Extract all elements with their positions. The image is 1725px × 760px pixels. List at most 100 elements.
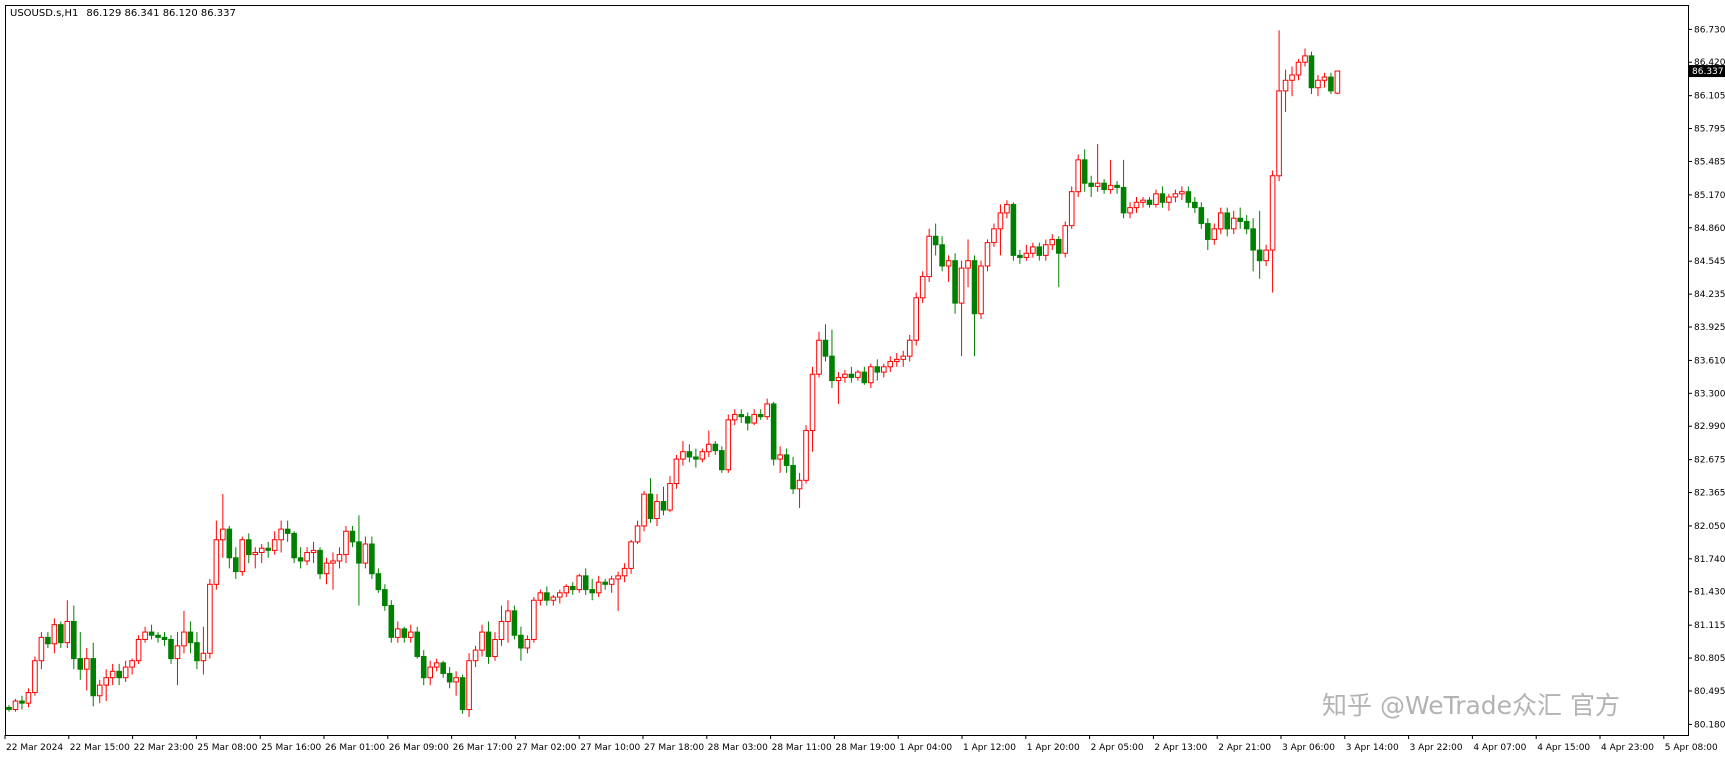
y-tick-label: 84.545 (1694, 257, 1725, 267)
x-tick-label: 2 Apr 21:00 (1218, 743, 1271, 753)
candle-body (245, 539, 252, 556)
candle (25, 688, 32, 708)
candle-body (239, 539, 246, 573)
candle-body (615, 575, 621, 580)
candle-body (1250, 228, 1256, 251)
candle-body (1159, 193, 1166, 203)
plot-frame (5, 5, 1689, 736)
candle (1166, 193, 1172, 211)
candle (1263, 244, 1269, 266)
candle (569, 582, 576, 595)
candle-body (511, 610, 518, 636)
candle-body (1107, 184, 1114, 191)
candle-body (498, 620, 505, 640)
candle-body (790, 464, 796, 490)
candle-body (939, 244, 945, 267)
candle-body (369, 543, 375, 575)
candle (971, 255, 978, 357)
candle (1250, 218, 1256, 272)
candle-body (1075, 159, 1082, 193)
x-tick-label: 26 Mar 09:00 (389, 743, 449, 753)
candle (6, 705, 12, 712)
candle-body (893, 358, 900, 362)
candle (362, 536, 369, 569)
candle-body (453, 677, 459, 683)
candle-body (317, 549, 323, 575)
candle-body (822, 339, 829, 357)
candle (505, 600, 511, 643)
candle-body (783, 454, 790, 466)
candle-body (913, 297, 920, 341)
candle (563, 584, 570, 598)
candle (628, 539, 634, 574)
candle (226, 525, 233, 569)
candle-body (777, 454, 783, 460)
y-tick-label: 82.675 (1694, 456, 1725, 466)
candle (323, 557, 330, 585)
candle (349, 525, 356, 548)
candle (576, 573, 583, 593)
candle (194, 632, 200, 670)
candle (641, 490, 647, 532)
candle-body (1081, 159, 1088, 184)
candle (1010, 202, 1017, 261)
candle (71, 605, 77, 670)
candle-body (991, 228, 997, 244)
candle-body (382, 589, 388, 607)
candle-body (582, 575, 589, 591)
candle (51, 618, 58, 654)
candle-body (401, 628, 408, 638)
candle-body (1192, 201, 1198, 209)
candle (926, 228, 932, 282)
chart-svg[interactable]: 86.73086.42086.10585.79585.48585.17084.8… (0, 0, 1725, 756)
candle (958, 260, 965, 357)
candle (1282, 69, 1289, 113)
candle-body (874, 366, 881, 373)
candle (900, 350, 907, 367)
candle (1114, 181, 1120, 194)
y-tick-label: 82.365 (1694, 489, 1725, 499)
candle (200, 626, 207, 675)
candle-body (109, 670, 116, 679)
candle (492, 632, 498, 661)
candle (1321, 72, 1328, 88)
candle-body (1315, 79, 1321, 89)
candle (1088, 175, 1094, 198)
candle (233, 547, 239, 580)
candle (829, 329, 835, 389)
candle (719, 446, 725, 473)
candle-body (958, 267, 965, 304)
price-chart[interactable]: 86.730 86.420 86.105 85.795 85.485 85.170 84.8… (0, 0, 1725, 756)
candle-body (881, 366, 887, 373)
candle (693, 448, 699, 468)
candle (686, 444, 693, 463)
candle (816, 331, 822, 378)
candle-body (19, 700, 25, 704)
candle (919, 271, 926, 304)
candle (1308, 51, 1315, 95)
candle-body (1205, 223, 1211, 240)
candle (744, 412, 751, 431)
candle (1075, 154, 1082, 198)
y-tick-label: 80.805 (1694, 654, 1725, 664)
candle (1315, 74, 1321, 97)
candle (440, 660, 446, 678)
candle-body (1289, 74, 1295, 81)
candle-body (1243, 220, 1250, 230)
candle (1023, 244, 1030, 261)
candle-body (1269, 175, 1276, 251)
candle-body (1256, 249, 1263, 262)
candle (680, 441, 686, 466)
candle (1153, 189, 1159, 208)
candle-body (213, 539, 220, 585)
candle-body (116, 670, 122, 679)
candle (531, 597, 537, 643)
candle-body (220, 528, 226, 541)
candle-body (349, 530, 356, 543)
y-tick-label: 80.495 (1694, 687, 1725, 697)
candle-body (58, 624, 64, 644)
candle-body (1211, 228, 1218, 240)
candle-body (1224, 212, 1231, 230)
candle (395, 621, 401, 643)
candle-body (699, 451, 706, 460)
